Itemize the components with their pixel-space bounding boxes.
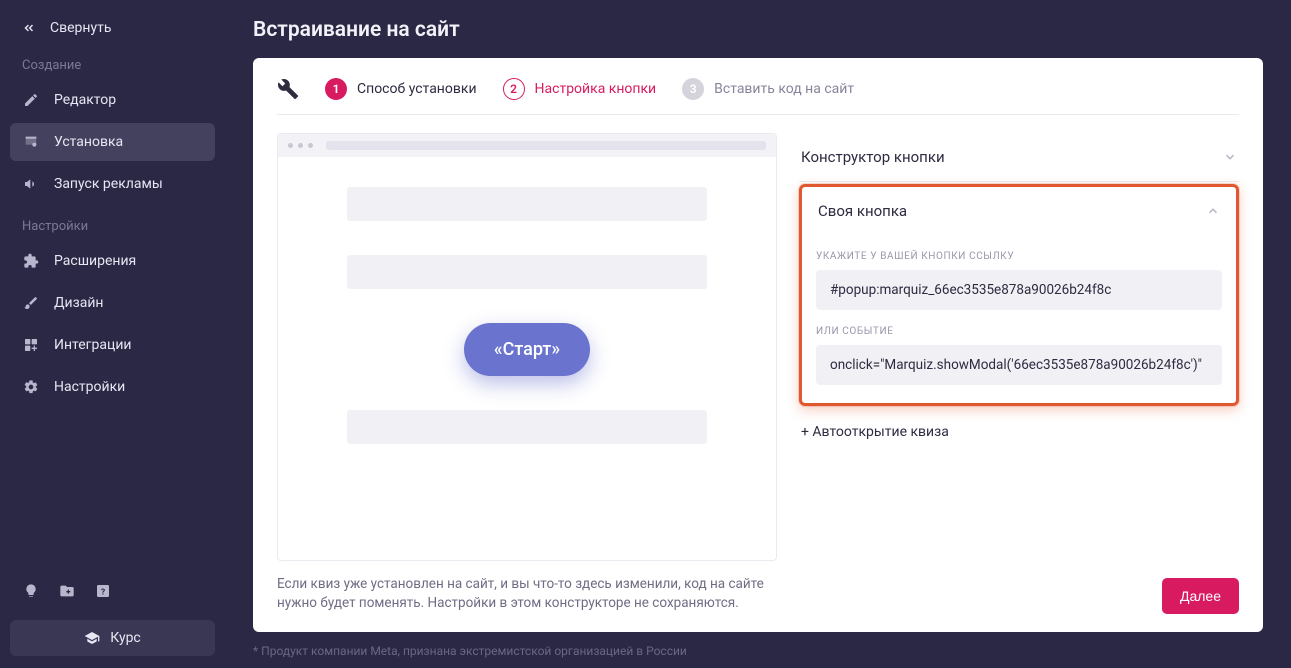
note-text: Если квиз уже установлен на сайт, и вы ч… <box>277 575 797 614</box>
skeleton-line <box>347 410 707 444</box>
pencil-icon <box>22 91 40 109</box>
nav-label: Дизайн <box>54 295 104 311</box>
step-1[interactable]: 1 Способ установки <box>325 78 477 100</box>
footer-note: * Продукт компании Meta, признана экстре… <box>253 644 1263 658</box>
link-field-label: УКАЖИТЕ У ВАШЕЙ КНОПКИ ССЫЛКУ <box>816 251 1222 262</box>
accordion-label: + Автооткрытие квиза <box>801 424 949 440</box>
address-bar-skeleton <box>326 141 766 150</box>
sidebar-item-extensions[interactable]: Расширения <box>10 242 215 280</box>
step-3[interactable]: 3 Вставить код на сайт <box>682 78 854 100</box>
preview-body: «Старт» <box>278 157 776 560</box>
megaphone-icon <box>22 175 40 193</box>
step-label: Вставить код на сайт <box>714 81 854 97</box>
install-icon <box>22 133 40 151</box>
step-number: 3 <box>682 78 704 100</box>
course-button[interactable]: Курс <box>10 620 215 656</box>
window-dot <box>298 143 303 148</box>
step-2[interactable]: 2 Настройка кнопки <box>503 78 657 100</box>
collapse-label: Свернуть <box>50 20 111 36</box>
step-number: 1 <box>325 78 347 100</box>
step-label: Способ установки <box>357 81 477 97</box>
collapse-button[interactable]: Свернуть <box>10 12 215 44</box>
card: 1 Способ установки 2 Настройка кнопки 3 … <box>253 58 1263 632</box>
sidebar: Свернуть Создание Редактор Установка Зап… <box>0 0 225 668</box>
skeleton-line <box>347 187 707 221</box>
sidebar-item-integrations[interactable]: Интеграции <box>10 326 215 364</box>
step-label: Настройка кнопки <box>535 81 657 97</box>
sidebar-item-settings[interactable]: Настройки <box>10 368 215 406</box>
chevron-down-icon <box>1223 150 1237 164</box>
nav-label: Запуск рекламы <box>54 176 163 192</box>
wrench-icon <box>277 78 299 100</box>
own-button-panel: Своя кнопка УКАЖИТЕ У ВАШЕЙ КНОПКИ ССЫЛК… <box>799 184 1239 406</box>
accordion-auto-open[interactable]: + Автооткрытие квиза <box>799 408 1239 456</box>
browser-bar <box>278 134 776 157</box>
help-icon[interactable]: ? <box>94 582 112 600</box>
accordion-constructor: Конструктор кнопки <box>799 133 1239 182</box>
bulb-icon[interactable] <box>22 582 40 600</box>
integrations-icon <box>22 336 40 354</box>
gear-icon <box>22 378 40 396</box>
next-button[interactable]: Далее <box>1162 578 1239 614</box>
skeleton-line <box>347 255 707 289</box>
accordion-constructor-head[interactable]: Конструктор кнопки <box>799 133 1239 181</box>
window-dot <box>288 143 293 148</box>
page-title: Встраивание на сайт <box>253 18 1263 42</box>
main: Встраивание на сайт 1 Способ установки 2… <box>225 0 1291 668</box>
window-dot <box>308 143 313 148</box>
puzzle-icon <box>22 252 40 270</box>
sidebar-bottom: ? Курс <box>10 572 215 656</box>
content-row: «Старт» Конструктор кнопки Своя кнопка <box>277 133 1239 561</box>
sidebar-item-ads[interactable]: Запуск рекламы <box>10 165 215 203</box>
preview-pane: «Старт» <box>277 133 777 561</box>
nav-label: Настройки <box>54 379 125 395</box>
course-label: Курс <box>110 630 141 646</box>
nav-label: Расширения <box>54 253 136 269</box>
event-field-label: ИЛИ СОБЫТИЕ <box>816 326 1222 337</box>
sidebar-item-install[interactable]: Установка <box>10 123 215 161</box>
graduation-icon <box>84 630 100 646</box>
accordion-label: Своя кнопка <box>818 202 907 220</box>
step-number: 2 <box>503 78 525 100</box>
nav-label: Установка <box>54 134 123 150</box>
folder-add-icon[interactable] <box>58 582 76 600</box>
sidebar-item-design[interactable]: Дизайн <box>10 284 215 322</box>
chevron-up-icon <box>1206 204 1220 218</box>
link-input[interactable] <box>816 270 1222 310</box>
brush-icon <box>22 294 40 312</box>
section-create-label: Создание <box>10 44 215 79</box>
steps: 1 Способ установки 2 Настройка кнопки 3 … <box>277 78 1239 115</box>
chevrons-left-icon <box>22 21 36 35</box>
section-settings-label: Настройки <box>10 205 215 240</box>
nav-label: Редактор <box>54 92 116 108</box>
event-input[interactable] <box>816 345 1222 385</box>
svg-text:?: ? <box>101 587 105 597</box>
sidebar-item-editor[interactable]: Редактор <box>10 81 215 119</box>
right-column: Конструктор кнопки Своя кнопка УКАЖИТЕ У… <box>799 133 1239 561</box>
preview-start-button: «Старт» <box>464 323 590 376</box>
accordion-label: Конструктор кнопки <box>801 148 945 166</box>
nav-label: Интеграции <box>54 337 132 353</box>
accordion-own-button-head[interactable]: Своя кнопка <box>816 187 1222 235</box>
